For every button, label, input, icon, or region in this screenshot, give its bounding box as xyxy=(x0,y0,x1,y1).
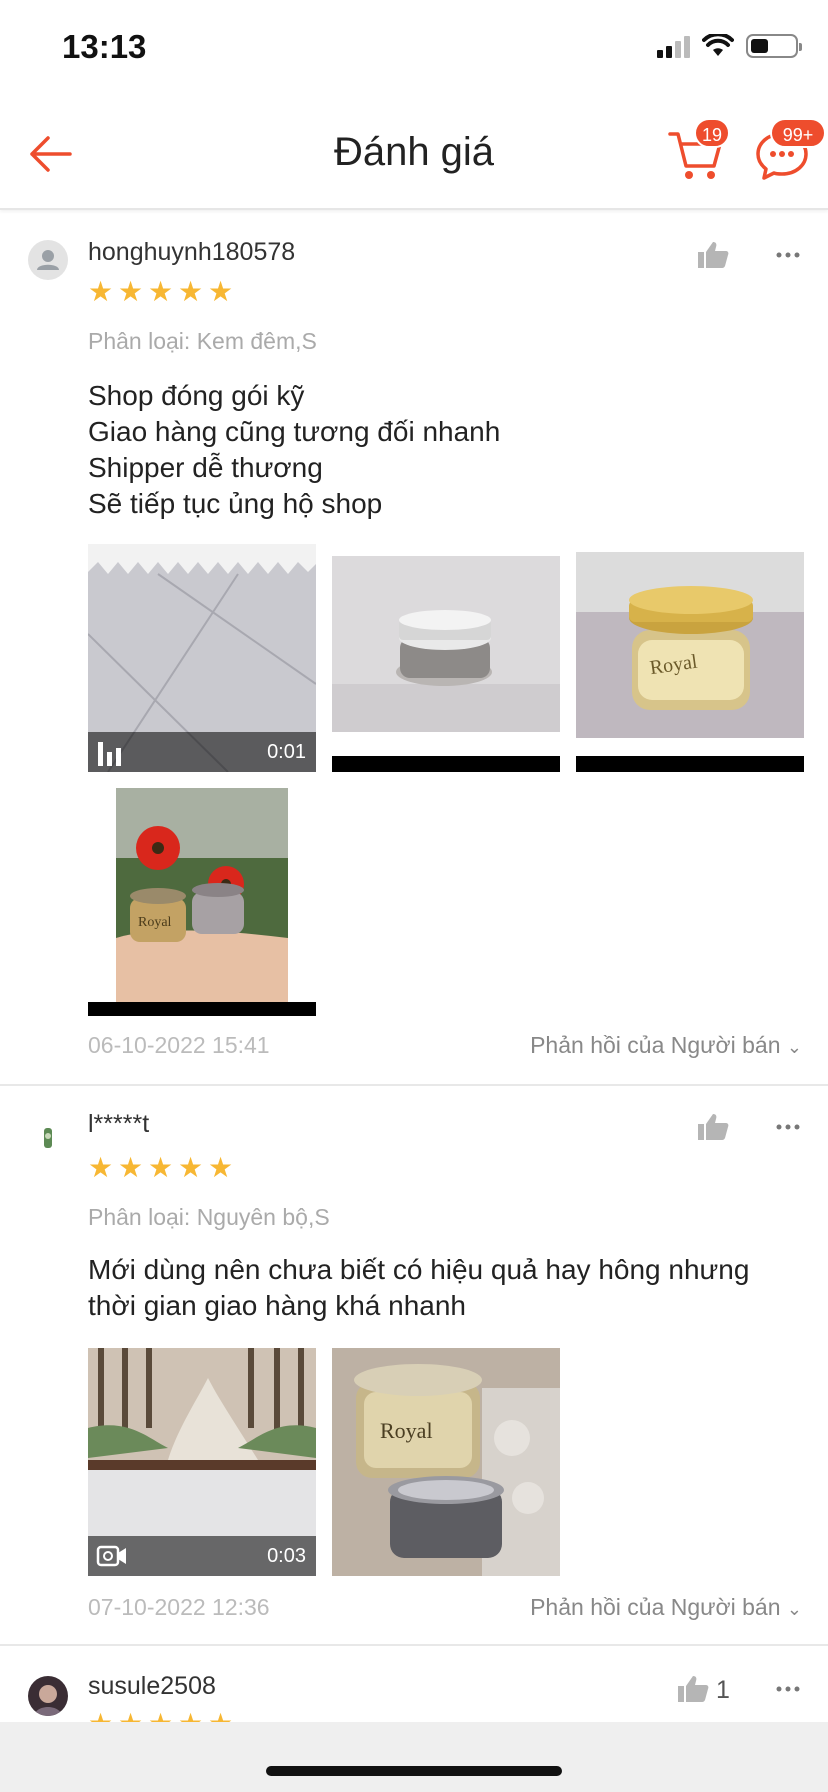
review-video-thumbnail[interactable]: 0:01 xyxy=(88,544,316,772)
review-username: honghuynh180578 xyxy=(88,238,296,266)
product-brand-label: Royal xyxy=(380,1418,433,1443)
star-icon: ★ xyxy=(148,1710,173,1723)
seller-reply-toggle[interactable]: Phản hồi của Người bán ⌄ xyxy=(530,1594,802,1621)
star-icon: ★ xyxy=(148,1152,174,1183)
app-header: Đánh giá xyxy=(0,100,828,210)
avatar[interactable] xyxy=(34,1124,62,1152)
review-photo[interactable]: Royal xyxy=(576,544,804,772)
chat-count-badge: 99+ xyxy=(770,118,826,148)
audio-bars-icon xyxy=(98,742,121,766)
star-icon: ★ xyxy=(178,1710,203,1723)
star-icon: ★ xyxy=(118,1152,144,1183)
review-date: 07-10-2022 12:36 xyxy=(88,1594,270,1620)
svg-text:Royal: Royal xyxy=(138,915,172,930)
review-item: honghuynh180578 ★ ★ ★ ★ ★ Phân loại: Kem… xyxy=(0,210,828,1086)
video-overlay: 0:03 xyxy=(88,1536,316,1576)
battery-icon xyxy=(746,34,802,58)
star-rating: ★ ★ ★ ★ ★ xyxy=(88,1152,234,1183)
star-icon: ★ xyxy=(178,1152,204,1183)
review-username: l*****t xyxy=(88,1110,150,1138)
like-icon[interactable] xyxy=(676,1674,710,1704)
jar-photo-gold: Royal xyxy=(576,544,804,772)
star-icon: ★ xyxy=(118,1710,143,1723)
cart-count-badge: 19 xyxy=(694,118,730,148)
star-icon: ★ xyxy=(148,276,174,307)
video-overlay: 0:01 xyxy=(88,732,316,772)
seller-reply-label: Phản hồi của Người bán xyxy=(530,1032,781,1058)
review-item: l*****t ★ ★ ★ ★ ★ Phân loại: Nguyên bộ,S… xyxy=(0,1086,828,1646)
star-icon: ★ xyxy=(208,1710,233,1723)
status-bar: 13:13 xyxy=(0,0,828,100)
review-photo[interactable]: Royal xyxy=(332,1348,560,1576)
more-options-icon[interactable] xyxy=(776,1686,800,1692)
jars-in-box-photo: Royal xyxy=(332,1348,560,1576)
avatar[interactable] xyxy=(28,240,68,280)
chevron-down-icon: ⌄ xyxy=(786,1599,802,1619)
star-icon: ★ xyxy=(88,1152,114,1183)
chevron-down-icon: ⌄ xyxy=(786,1037,802,1057)
home-indicator[interactable] xyxy=(266,1766,562,1776)
cellular-signal-icon xyxy=(657,34,690,58)
jars-in-hand-photo: Royal xyxy=(88,788,316,1016)
wifi-icon xyxy=(702,34,734,56)
star-icon: ★ xyxy=(118,276,144,307)
default-user-icon xyxy=(37,250,59,270)
review-video-thumbnail[interactable]: 0:03 xyxy=(88,1348,316,1576)
star-icon: ★ xyxy=(88,1710,113,1723)
avatar[interactable] xyxy=(28,1676,68,1716)
like-count: 1 xyxy=(716,1676,730,1704)
product-variant: Phân loại: Kem đêm,S xyxy=(88,328,317,354)
video-duration: 0:01 xyxy=(267,741,306,763)
like-icon[interactable] xyxy=(696,240,730,270)
video-camera-icon xyxy=(96,1545,126,1567)
avatar-image xyxy=(44,1128,52,1148)
status-time: 13:13 xyxy=(62,28,147,65)
review-comment: Shop đóng gói kỹ Giao hàng cũng tương đố… xyxy=(88,380,501,519)
jar-photo-silver xyxy=(332,544,560,772)
status-icons xyxy=(657,34,802,58)
more-options-icon[interactable] xyxy=(776,252,800,258)
video-duration: 0:03 xyxy=(267,1545,306,1567)
star-icon: ★ xyxy=(88,276,114,307)
avatar-image xyxy=(34,1685,62,1716)
star-rating: ★ ★ ★ ★ ★ xyxy=(88,276,234,307)
review-photo[interactable] xyxy=(332,544,560,772)
review-photo[interactable]: Royal xyxy=(88,788,316,1016)
star-icon: ★ xyxy=(208,1152,234,1183)
like-icon[interactable] xyxy=(696,1112,730,1142)
seller-reply-toggle[interactable]: Phản hồi của Người bán ⌄ xyxy=(530,1032,802,1059)
product-variant: Phân loại: Nguyên bộ,S xyxy=(88,1204,330,1230)
home-indicator-area xyxy=(0,1722,828,1792)
star-rating: ★ ★ ★ ★ ★ xyxy=(88,1710,233,1723)
review-date: 06-10-2022 15:41 xyxy=(88,1032,270,1058)
star-icon: ★ xyxy=(178,276,204,307)
more-options-icon[interactable] xyxy=(776,1124,800,1130)
review-username: susule2508 xyxy=(88,1672,216,1700)
star-icon: ★ xyxy=(208,276,234,307)
review-comment: Mới dùng nên chưa biết có hiệu quả hay h… xyxy=(88,1254,750,1321)
seller-reply-label: Phản hồi của Người bán xyxy=(530,1594,781,1620)
review-item: susule2508 1 ★ ★ ★ ★ ★ xyxy=(0,1646,828,1722)
